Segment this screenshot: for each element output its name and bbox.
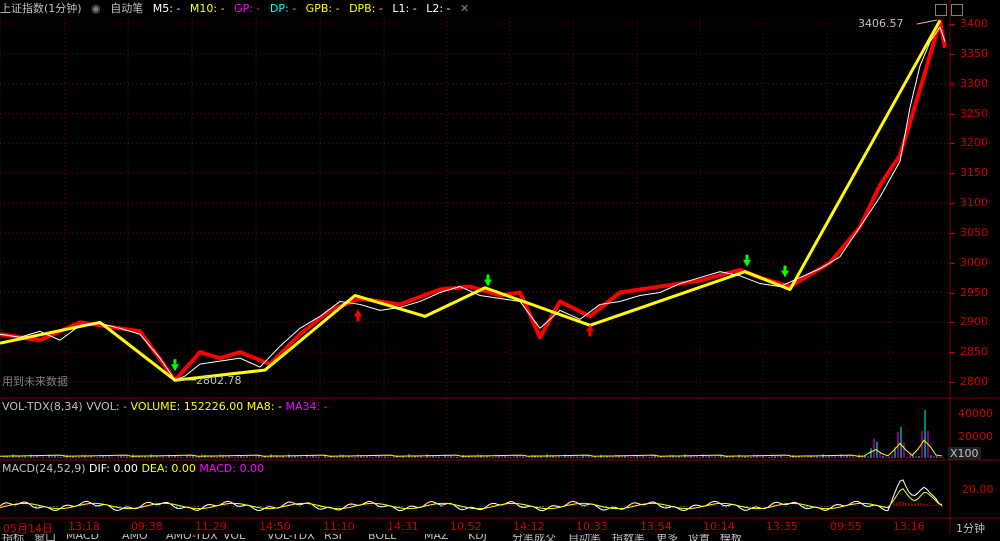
up-arrow-marker <box>354 309 362 317</box>
time-axis-label: 13:35 <box>766 520 798 533</box>
down-arrow-stem <box>173 359 177 365</box>
bottom-tab-2[interactable]: MACD <box>66 534 99 541</box>
dea-label: DEA: 0.00 <box>141 462 196 475</box>
price-tick-mark <box>950 173 955 175</box>
volume-panel-header: VOL-TDX(8,34) VVOL: - VOLUME: 152226.00 … <box>2 400 328 414</box>
price-tick-mark <box>950 232 955 234</box>
price-tick-mark <box>950 24 955 25</box>
volume-value: VOLUME: 152226.00 <box>130 400 244 413</box>
time-axis-label: 11:10 <box>323 520 355 533</box>
price-tick-label: 2800 <box>960 375 988 388</box>
bottom-tab-10[interactable]: KDJ <box>468 534 487 541</box>
bottom-tab-12[interactable]: 自动笔 <box>568 534 601 541</box>
dif-line <box>0 479 943 512</box>
price-tick-label: 3400 <box>960 17 988 30</box>
up-arrow-stem <box>356 316 360 322</box>
ma34-label: MA34: - <box>285 400 328 413</box>
macd-panel-header: MACD(24,52,9) DIF: 0.00 DEA: 0.00 MACD: … <box>2 462 264 476</box>
time-axis-label: 13:18 <box>68 520 100 533</box>
time-axis-label: 09:38 <box>131 520 163 533</box>
down-arrow-stem <box>486 274 490 280</box>
volume-ma-line <box>0 439 943 457</box>
bottom-tab-5[interactable]: VOL <box>223 534 245 541</box>
price-tick-label: 3250 <box>960 106 988 120</box>
high-annotation: 3406.57 <box>858 17 904 30</box>
bottom-tab-15[interactable]: 设置 <box>688 534 710 541</box>
price-tick-label: 3300 <box>960 76 988 90</box>
price-tick-label: 3100 <box>960 196 988 209</box>
vol-tick-1: 20000 <box>958 430 993 443</box>
time-axis-label: 13:54 <box>640 520 672 533</box>
down-arrow-marker <box>484 279 492 287</box>
bottom-tab-4[interactable]: AMO-TDX <box>166 534 218 541</box>
price-tick-label: 2850 <box>960 345 988 359</box>
price-tick-label: 3350 <box>960 46 988 60</box>
macd-indicator-name[interactable]: MACD(24,52,9) <box>2 462 86 475</box>
bottom-tab-14[interactable]: 更多 <box>656 534 678 541</box>
time-axis: 05月14日 13:18 09:38 11:29 14:50 11:10 14:31 10:5… <box>0 519 950 535</box>
down-arrow-stem <box>745 254 749 260</box>
time-axis-label: 13:16 <box>893 520 925 533</box>
price-tick-mark <box>950 143 955 145</box>
time-axis-label: 09:55 <box>830 520 862 533</box>
bottom-tab-6[interactable]: VOL-TDX <box>267 534 315 541</box>
bottom-tab-1[interactable]: 窗口 <box>34 534 56 541</box>
time-axis-label: 11:29 <box>195 520 227 533</box>
price-tick-label: 3000 <box>960 255 988 269</box>
price-tick-label: 3200 <box>960 136 988 150</box>
down-arrow-marker <box>781 270 789 278</box>
bottom-tab-0[interactable]: 指标 <box>2 534 24 541</box>
future-data-note: 用到未来数据 <box>2 375 68 388</box>
time-axis-label: 14:31 <box>387 520 419 533</box>
price-tick-label: 2900 <box>960 315 988 329</box>
price-tick-label: 3050 <box>960 225 988 239</box>
time-axis-label: 14:50 <box>259 520 291 533</box>
macd-tick-0: 20.00 <box>962 483 994 496</box>
price-line <box>0 26 946 381</box>
price-tick-mark <box>950 382 955 383</box>
time-axis-label: 10:52 <box>450 520 482 533</box>
bottom-tab-13[interactable]: 指数笔 <box>612 534 645 541</box>
dif-label: DIF: 0.00 <box>89 462 138 475</box>
bottom-tab-7[interactable]: RSI <box>324 534 342 541</box>
price-tick-mark <box>950 203 955 204</box>
bottom-tab-11[interactable]: 分笔成交 <box>512 534 556 541</box>
bottom-tab-3[interactable]: AMO <box>122 534 148 541</box>
price-tick-mark <box>950 292 955 294</box>
bi-red-line <box>0 19 947 383</box>
bi-yellow-line <box>0 19 942 382</box>
time-axis-label: 10:14 <box>703 520 735 533</box>
vvol-label: VVOL: - <box>86 400 128 413</box>
price-tick-mark <box>950 83 955 85</box>
down-arrow-marker <box>171 364 179 372</box>
price-tick-mark <box>950 262 955 264</box>
price-tick-mark <box>950 352 955 354</box>
price-tick-label: 3150 <box>960 166 988 180</box>
down-arrow-stem <box>783 265 787 271</box>
price-tick-mark <box>950 322 955 324</box>
x100-badge: X100 <box>948 447 981 460</box>
price-tick-mark <box>950 53 955 55</box>
up-arrow-stem <box>588 331 592 337</box>
ma8-label: MA8: - <box>246 400 282 413</box>
vol-tick-0: 40000 <box>958 407 993 420</box>
vol-indicator-name[interactable]: VOL-TDX(8,34) <box>2 400 83 413</box>
down-arrow-marker <box>743 259 751 267</box>
price-tick-label: 2950 <box>960 285 988 299</box>
high-pointer <box>916 19 938 25</box>
low-annotation: 2802.78 <box>196 374 242 387</box>
time-axis-label: 14:12 <box>513 520 545 533</box>
macd-label: MACD: 0.00 <box>199 462 265 475</box>
price-tick-mark <box>950 113 955 115</box>
bottom-tab-8[interactable]: BOLL <box>368 534 396 541</box>
bottom-tab-9[interactable]: MAZ <box>424 534 449 541</box>
chart-canvas <box>0 0 1000 534</box>
bottom-tab-bar: 指标 窗口 MACD AMO AMO-TDX VOL VOL-TDX RSI BOLL MAZ KD… <box>0 534 1000 541</box>
time-axis-label: 10:33 <box>576 520 608 533</box>
bottom-tab-16[interactable]: 模板 <box>720 534 742 541</box>
